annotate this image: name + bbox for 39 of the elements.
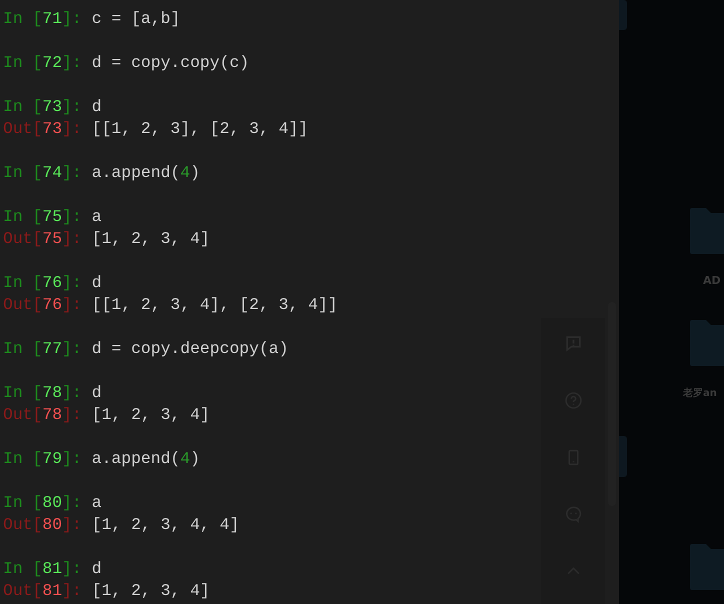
output-prompt: Out[73]: — [3, 118, 82, 140]
input-prompt: In [75]: — [3, 206, 82, 228]
input-prompt: In [71]: — [3, 8, 82, 30]
code-text: d — [92, 96, 102, 118]
output-prompt: Out[81]: — [3, 580, 82, 602]
code-text: d = copy.copy(c) — [92, 52, 250, 74]
folder-icon[interactable] — [690, 208, 724, 254]
window-edge — [619, 436, 627, 477]
code-text: c = [a,b] — [92, 8, 180, 30]
output-text: [1, 2, 3, 4] — [92, 228, 210, 250]
output-text: [[1, 2, 3, 4], [2, 3, 4]] — [92, 294, 338, 316]
output-prompt: Out[76]: — [3, 294, 82, 316]
output-prompt: Out[78]: — [3, 404, 82, 426]
input-prompt: In [80]: — [3, 492, 82, 514]
folder-icon[interactable] — [690, 544, 724, 590]
input-prompt: In [74]: — [3, 162, 82, 184]
input-prompt: In [81]: — [3, 558, 82, 580]
code-text: a — [92, 492, 102, 514]
input-prompt: In [72]: — [3, 52, 82, 74]
input-prompt: In [78]: — [3, 382, 82, 404]
input-prompt: In [77]: — [3, 338, 82, 360]
code-text: a.append(4) — [92, 448, 200, 470]
code-text: a.append(4) — [92, 162, 200, 184]
output-text: [[1, 2, 3], [2, 3, 4]] — [92, 118, 308, 140]
code-text: d — [92, 382, 102, 404]
folder-icon[interactable] — [690, 320, 724, 366]
input-prompt: In [73]: — [3, 96, 82, 118]
code-text: d = copy.deepcopy(a) — [92, 338, 288, 360]
input-prompt: In [76]: — [3, 272, 82, 294]
window-edge — [619, 0, 627, 30]
input-prompt: In [79]: — [3, 448, 82, 470]
output-text: [1, 2, 3, 4] — [92, 404, 210, 426]
output-prompt: Out[75]: — [3, 228, 82, 250]
code-text: a — [92, 206, 102, 228]
output-prompt: Out[80]: — [3, 514, 82, 536]
output-text: [1, 2, 3, 4, 4] — [92, 514, 240, 536]
code-text: d — [92, 558, 102, 580]
code-text: d — [92, 272, 102, 294]
output-text: [1, 2, 3, 4] — [92, 580, 210, 602]
